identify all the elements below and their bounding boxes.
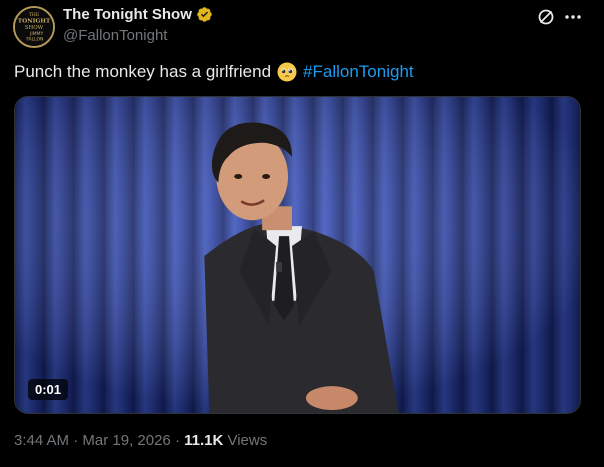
video-frame <box>15 97 580 413</box>
tweet-meta: 3:44 AM · Mar 19, 2026 · 11.1K Views <box>14 432 267 449</box>
video-player[interactable]: 0:01 <box>14 96 581 414</box>
svg-text:JIMMY: JIMMY <box>29 31 43 37</box>
meta-separator: · <box>170 432 185 449</box>
more-icon[interactable] <box>563 7 583 27</box>
svg-text:TONIGHT: TONIGHT <box>18 17 51 24</box>
svg-text:FALLON: FALLON <box>26 37 43 43</box>
tweet-time[interactable]: 3:44 AM <box>14 432 69 449</box>
hashtag-link[interactable]: #FallonTonight <box>303 62 414 82</box>
verified-badge-icon <box>197 7 212 22</box>
tweet[interactable]: THE TONIGHT SHOW JIMMY FALLON The Tonigh… <box>0 0 604 467</box>
video-duration-badge: 0:01 <box>28 379 69 400</box>
avatar[interactable]: THE TONIGHT SHOW JIMMY FALLON <box>13 6 55 48</box>
views-label: Views <box>223 432 268 449</box>
tweet-body: Punch the monkey has a girlfriend <box>14 62 272 81</box>
pleading-face-emoji-icon <box>277 62 297 82</box>
views-count[interactable]: 11.1K <box>184 432 223 449</box>
grok-icon[interactable] <box>536 7 556 27</box>
tweet-date[interactable]: Mar 19, 2026 <box>82 432 170 449</box>
svg-text:SHOW: SHOW <box>25 25 44 31</box>
tweet-text: Punch the monkey has a girlfriend #Fallo… <box>14 62 414 82</box>
handle[interactable]: @FallonTonight <box>63 27 167 44</box>
display-name[interactable]: The Tonight Show <box>63 6 192 23</box>
meta-separator: · <box>69 432 83 449</box>
